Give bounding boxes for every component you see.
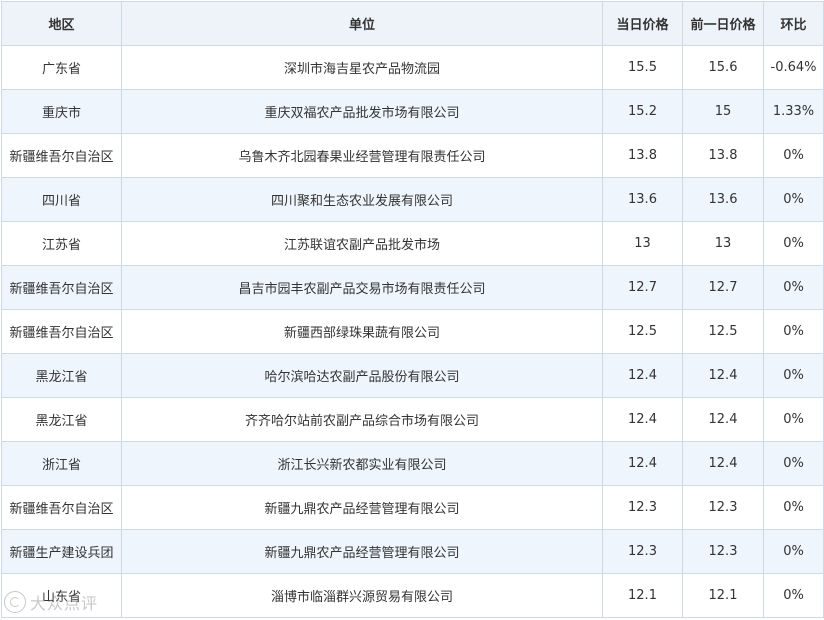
cell-region: 重庆市 [1,89,122,134]
cell-unit: 新疆西部绿珠果蔬有限公司 [121,309,603,354]
cell-region: 黑龙江省 [1,353,122,398]
cell-prev-price: 12.1 [682,573,764,618]
cell-prev-price: 13 [682,221,764,266]
cell-unit: 新疆九鼎农产品经营管理有限公司 [121,485,603,530]
table-body: 广东省 深圳市海吉星农产品物流园 15.5 15.6 -0.64% 重庆市 重庆双福农产品批… [1,45,824,618]
cell-prev-price: 12.4 [682,397,764,442]
header-region[interactable]: 地区 [1,1,122,46]
cell-today-price: 13 [602,221,683,266]
table-row: 新疆维吾尔自治区 乌鲁木齐北园春果业经营管理有限责任公司 13.8 13.8 0% [1,133,824,178]
cell-region: 新疆维吾尔自治区 [1,309,122,354]
cell-change: 0% [763,573,824,618]
cell-change: 0% [763,485,824,530]
cell-region: 新疆维吾尔自治区 [1,485,122,530]
table-row: 山东省 淄博市临淄群兴源贸易有限公司 12.1 12.1 0% [1,573,824,618]
cell-region: 浙江省 [1,441,122,486]
cell-region: 广东省 [1,45,122,90]
cell-prev-price: 12.4 [682,441,764,486]
cell-region: 新疆生产建设兵团 [1,529,122,574]
table-row: 新疆维吾尔自治区 新疆九鼎农产品经营管理有限公司 12.3 12.3 0% [1,485,824,530]
cell-prev-price: 12.3 [682,529,764,574]
cell-prev-price: 15 [682,89,764,134]
cell-region: 四川省 [1,177,122,222]
cell-region: 江苏省 [1,221,122,266]
cell-today-price: 12.3 [602,529,683,574]
cell-unit: 乌鲁木齐北园春果业经营管理有限责任公司 [121,133,603,178]
cell-change: 0% [763,265,824,310]
header-row: 地区 单位 当日价格 前一日价格 环比 [1,1,824,46]
cell-region: 山东省 [1,573,122,618]
table-row: 四川省 四川聚和生态农业发展有限公司 13.6 13.6 0% [1,177,824,222]
cell-prev-price: 12.5 [682,309,764,354]
cell-change: 0% [763,441,824,486]
cell-today-price: 13.6 [602,177,683,222]
price-table: 地区 单位 当日价格 前一日价格 环比 广东省 深圳市海吉星农产品物流园 15.5 1… [1,1,824,618]
cell-today-price: 12.7 [602,265,683,310]
cell-prev-price: 13.6 [682,177,764,222]
cell-prev-price: 12.4 [682,353,764,398]
table-row: 黑龙江省 齐齐哈尔站前农副产品综合市场有限公司 12.4 12.4 0% [1,397,824,442]
table-row: 新疆生产建设兵团 新疆九鼎农产品经营管理有限公司 12.3 12.3 0% [1,529,824,574]
cell-today-price: 12.4 [602,397,683,442]
cell-region: 新疆维吾尔自治区 [1,265,122,310]
cell-change: 1.33% [763,89,824,134]
cell-change: 0% [763,133,824,178]
cell-unit: 淄博市临淄群兴源贸易有限公司 [121,573,603,618]
cell-unit: 哈尔滨哈达农副产品股份有限公司 [121,353,603,398]
cell-today-price: 12.3 [602,485,683,530]
cell-unit: 四川聚和生态农业发展有限公司 [121,177,603,222]
cell-today-price: 13.8 [602,133,683,178]
cell-change: 0% [763,221,824,266]
cell-today-price: 12.1 [602,573,683,618]
cell-change: 0% [763,309,824,354]
cell-today-price: 15.2 [602,89,683,134]
table-row: 浙江省 浙江长兴新农都实业有限公司 12.4 12.4 0% [1,441,824,486]
table-row: 黑龙江省 哈尔滨哈达农副产品股份有限公司 12.4 12.4 0% [1,353,824,398]
cell-today-price: 12.5 [602,309,683,354]
cell-unit: 重庆双福农产品批发市场有限公司 [121,89,603,134]
cell-change: 0% [763,529,824,574]
cell-unit: 深圳市海吉星农产品物流园 [121,45,603,90]
cell-unit: 新疆九鼎农产品经营管理有限公司 [121,529,603,574]
cell-prev-price: 12.3 [682,485,764,530]
cell-unit: 浙江长兴新农都实业有限公司 [121,441,603,486]
cell-today-price: 12.4 [602,353,683,398]
cell-unit: 齐齐哈尔站前农副产品综合市场有限公司 [121,397,603,442]
cell-prev-price: 12.7 [682,265,764,310]
table-row: 广东省 深圳市海吉星农产品物流园 15.5 15.6 -0.64% [1,45,824,90]
cell-unit: 昌吉市园丰农副产品交易市场有限责任公司 [121,265,603,310]
cell-change: 0% [763,397,824,442]
header-change[interactable]: 环比 [763,1,824,46]
cell-unit: 江苏联谊农副产品批发市场 [121,221,603,266]
header-unit[interactable]: 单位 [121,1,603,46]
cell-region: 黑龙江省 [1,397,122,442]
cell-today-price: 12.4 [602,441,683,486]
table-row: 重庆市 重庆双福农产品批发市场有限公司 15.2 15 1.33% [1,89,824,134]
cell-region: 新疆维吾尔自治区 [1,133,122,178]
header-prev-price[interactable]: 前一日价格 [682,1,764,46]
table-row: 江苏省 江苏联谊农副产品批发市场 13 13 0% [1,221,824,266]
cell-change: -0.64% [763,45,824,90]
cell-change: 0% [763,177,824,222]
cell-today-price: 15.5 [602,45,683,90]
header-today-price[interactable]: 当日价格 [602,1,683,46]
cell-prev-price: 13.8 [682,133,764,178]
table-row: 新疆维吾尔自治区 新疆西部绿珠果蔬有限公司 12.5 12.5 0% [1,309,824,354]
table-row: 新疆维吾尔自治区 昌吉市园丰农副产品交易市场有限责任公司 12.7 12.7 0% [1,265,824,310]
cell-change: 0% [763,353,824,398]
cell-prev-price: 15.6 [682,45,764,90]
